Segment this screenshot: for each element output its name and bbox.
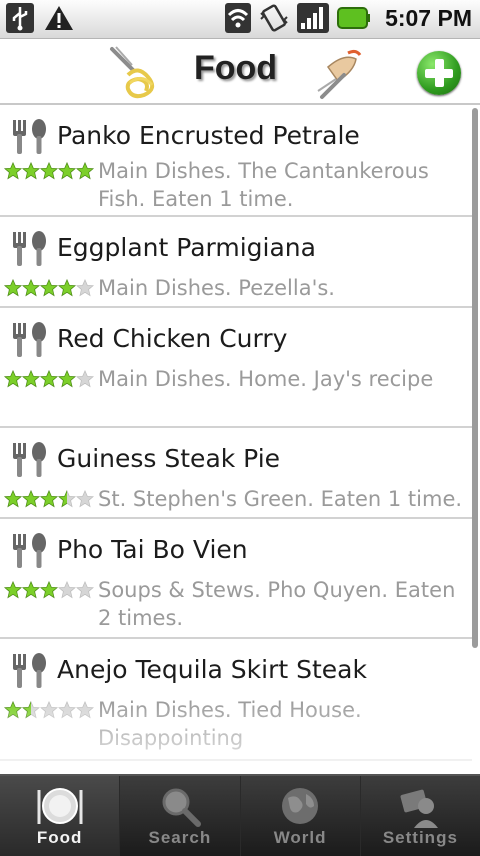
scrollbar[interactable] (472, 108, 478, 648)
star-icon (76, 490, 94, 508)
star-icon (58, 490, 76, 508)
fork-shrimp-icon (317, 49, 362, 99)
list-item[interactable]: Red Chicken Curry Main Dishes. Home. Jay'… (0, 308, 472, 428)
tab-world[interactable]: World (241, 776, 361, 856)
item-title: Pho Tai Bo Vien (57, 535, 248, 564)
tab-world-label: World (273, 828, 327, 847)
app-header: Food (0, 39, 480, 105)
star-icon (4, 370, 22, 388)
item-description: St. Stephen's Green. Eaten 1 time. (98, 487, 463, 511)
list-item[interactable]: Panko Encrusted Petrale Main Dishes. The … (0, 105, 472, 217)
vibrate-icon (260, 4, 288, 32)
food-list: Panko Encrusted Petrale Main Dishes. The … (0, 105, 472, 775)
star-icon (58, 162, 76, 180)
item-description: Main Dishes. The Cantankerous Fish. Eate… (98, 159, 429, 211)
star-icon (58, 581, 76, 599)
list-item[interactable]: Pho Tai Bo Vien Soups & Stews. Pho Quyen.… (0, 519, 472, 639)
fork-spoon-icon (13, 119, 46, 154)
fork-spoon-icon (13, 533, 46, 568)
item-description: Soups & Stews. Pho Quyen. Eaten 2 times. (98, 578, 456, 630)
fork-spoon-icon (13, 322, 46, 357)
star-icon (76, 279, 94, 297)
star-icon (40, 162, 58, 180)
star-icon (22, 370, 40, 388)
item-title: Panko Encrusted Petrale (57, 121, 360, 150)
tab-settings[interactable]: Settings (361, 776, 480, 856)
warning-icon (45, 6, 73, 30)
list-item[interactable]: Guiness Steak Pie St. Stephen's Green. Ea… (0, 428, 472, 519)
item-title: Guiness Steak Pie (57, 444, 281, 473)
star-icon (40, 581, 58, 599)
star-icon (40, 279, 58, 297)
star-icon (4, 581, 22, 599)
battery-icon (337, 7, 371, 29)
tab-search-label: Search (148, 828, 212, 847)
star-icon (4, 162, 22, 180)
wifi-icon (225, 3, 252, 33)
fork-spoon-icon (13, 653, 46, 688)
star-icon (58, 279, 76, 297)
page-title: Food (194, 49, 278, 87)
list-item[interactable]: Eggplant Parmigiana Main Dishes. Pezella'… (0, 217, 472, 308)
globe-icon (282, 788, 319, 824)
plate-icon (37, 788, 83, 824)
star-icon (76, 162, 94, 180)
tab-food-label: Food (36, 828, 83, 847)
item-title: Eggplant Parmigiana (57, 233, 316, 262)
star-icon (22, 279, 40, 297)
system-icons: 5:07 PM (225, 3, 472, 33)
star-icon (4, 279, 22, 297)
tab-settings-label: Settings (382, 828, 458, 847)
star-icon (40, 370, 58, 388)
list-fade-overlay (0, 700, 472, 775)
item-title: Red Chicken Curry (57, 324, 288, 353)
star-icon (40, 490, 58, 508)
fork-spoon-icon (13, 231, 46, 266)
star-icon (4, 490, 22, 508)
item-description: Main Dishes. Home. Jay's recipe (98, 367, 434, 391)
fork-noodles-icon (110, 46, 155, 99)
tab-food[interactable]: Food (0, 776, 121, 856)
bottom-tab-bar: Food Search World Settings (0, 774, 480, 856)
star-icon (22, 581, 40, 599)
item-description: Main Dishes. Pezella's. (98, 276, 335, 300)
star-rating (4, 279, 94, 297)
star-rating (4, 490, 94, 508)
star-icon (76, 370, 94, 388)
star-rating (4, 370, 94, 388)
add-food-button[interactable] (417, 51, 461, 95)
item-title: Anejo Tequila Skirt Steak (57, 655, 367, 684)
usb-icon (6, 3, 34, 33)
clock: 5:07 PM (385, 4, 472, 31)
notification-icons (6, 3, 74, 33)
fork-spoon-icon (13, 442, 46, 477)
settings-icon (400, 789, 439, 828)
star-icon (22, 162, 40, 180)
star-rating (4, 162, 94, 180)
magnifier-icon (162, 788, 201, 827)
star-icon (58, 370, 76, 388)
tab-search[interactable]: Search (120, 776, 241, 856)
star-icon (76, 581, 94, 599)
star-icon (22, 490, 40, 508)
signal-icon (297, 3, 330, 33)
star-rating (4, 581, 94, 599)
status-bar: 5:07 PM (0, 0, 480, 39)
